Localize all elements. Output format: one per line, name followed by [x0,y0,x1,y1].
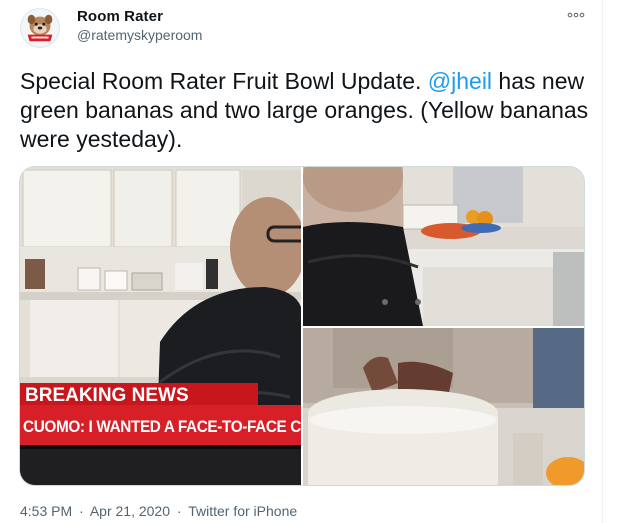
tweet-date[interactable]: Apr 21, 2020 [90,503,170,519]
media-grid: BREAKING NEWS CUOMO: I WANTED A FACE-TO-… [19,166,585,486]
tweet-text-before: Special Room Rater Fruit Bowl Update. [20,68,428,94]
media-photo-2[interactable] [303,167,584,326]
tweet-text: Special Room Rater Fruit Bowl Update. @j… [20,67,595,154]
more-options-button[interactable] [563,6,589,24]
footer-separator: · [176,503,182,519]
more-dots-icon [567,12,585,18]
tweet-source[interactable]: Twitter for iPhone [188,503,297,519]
fruit-bowl-zoom-photo [303,328,584,485]
tweet-card: Room Rater @ratemyskyperoom Special Room… [0,0,603,523]
tweet-time[interactable]: 4:53 PM [20,503,72,519]
author-avatar[interactable] [20,8,60,48]
breaking-news-banner: BREAKING NEWS [25,385,189,406]
author-name[interactable]: Room Rater [77,8,163,25]
media-photo-3[interactable] [303,328,584,485]
kitchen-news-photo: BREAKING NEWS CUOMO: I WANTED A FACE-TO-… [20,167,301,485]
news-headline: CUOMO: I WANTED A FACE-TO-FACE C [23,417,301,436]
fruit-bowl-photo [303,167,584,326]
author-handle[interactable]: @ratemyskyperoom [77,27,202,43]
mention-link[interactable]: @jheil [428,68,492,94]
tweet-footer: 4:53 PM · Apr 21, 2020 · Twitter for iPh… [20,503,297,519]
bulldog-mascot-icon [21,9,59,47]
media-photo-1[interactable]: BREAKING NEWS CUOMO: I WANTED A FACE-TO-… [20,167,301,485]
footer-separator: · [79,503,84,519]
